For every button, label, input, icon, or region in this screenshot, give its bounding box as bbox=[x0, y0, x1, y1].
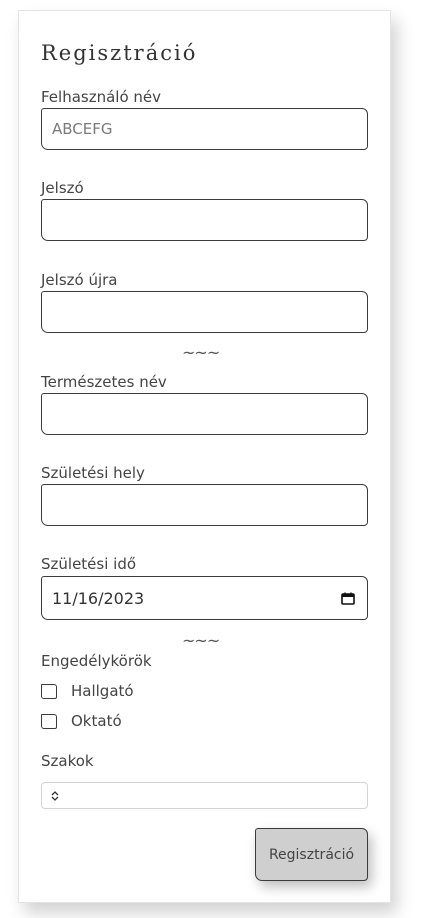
password-input[interactable] bbox=[41, 199, 368, 241]
register-button[interactable]: Regisztráció bbox=[255, 828, 368, 881]
password-again-label: Jelszó újra bbox=[41, 271, 118, 289]
oktato-checkbox[interactable] bbox=[41, 713, 57, 729]
password-again-input[interactable] bbox=[41, 291, 368, 333]
section-separator-2: ~~~ bbox=[182, 631, 220, 650]
section-separator: ~~~ bbox=[182, 343, 220, 362]
natural-name-input[interactable] bbox=[41, 393, 368, 435]
password-label: Jelszó bbox=[41, 179, 84, 197]
registration-card: Regisztráció Felhasználó név Jelszó Jels… bbox=[18, 10, 391, 903]
majors-select[interactable] bbox=[41, 782, 368, 809]
birth-place-label: Születési hely bbox=[41, 464, 145, 482]
birth-date-input[interactable]: 11/16/2023 bbox=[41, 576, 368, 620]
majors-label: Szakok bbox=[41, 752, 94, 770]
form-title: Regisztráció bbox=[41, 41, 198, 65]
birth-place-input[interactable] bbox=[41, 484, 368, 526]
birth-date-label: Születési idő bbox=[41, 555, 137, 573]
calendar-icon[interactable] bbox=[341, 592, 355, 605]
username-input[interactable] bbox=[41, 108, 368, 150]
permission-option-oktato[interactable]: Oktató bbox=[41, 712, 122, 730]
birth-date-value: 11/16/2023 bbox=[52, 588, 145, 608]
hallgato-checkbox[interactable] bbox=[41, 683, 57, 699]
natural-name-label: Természetes név bbox=[41, 373, 167, 391]
oktato-label: Oktató bbox=[71, 712, 122, 730]
username-label: Felhasználó név bbox=[41, 88, 162, 106]
hallgato-label: Hallgató bbox=[71, 682, 134, 700]
permissions-label: Engedélykörök bbox=[41, 652, 152, 670]
updown-chevron-icon bbox=[51, 790, 59, 801]
permission-option-hallgato[interactable]: Hallgató bbox=[41, 682, 134, 700]
